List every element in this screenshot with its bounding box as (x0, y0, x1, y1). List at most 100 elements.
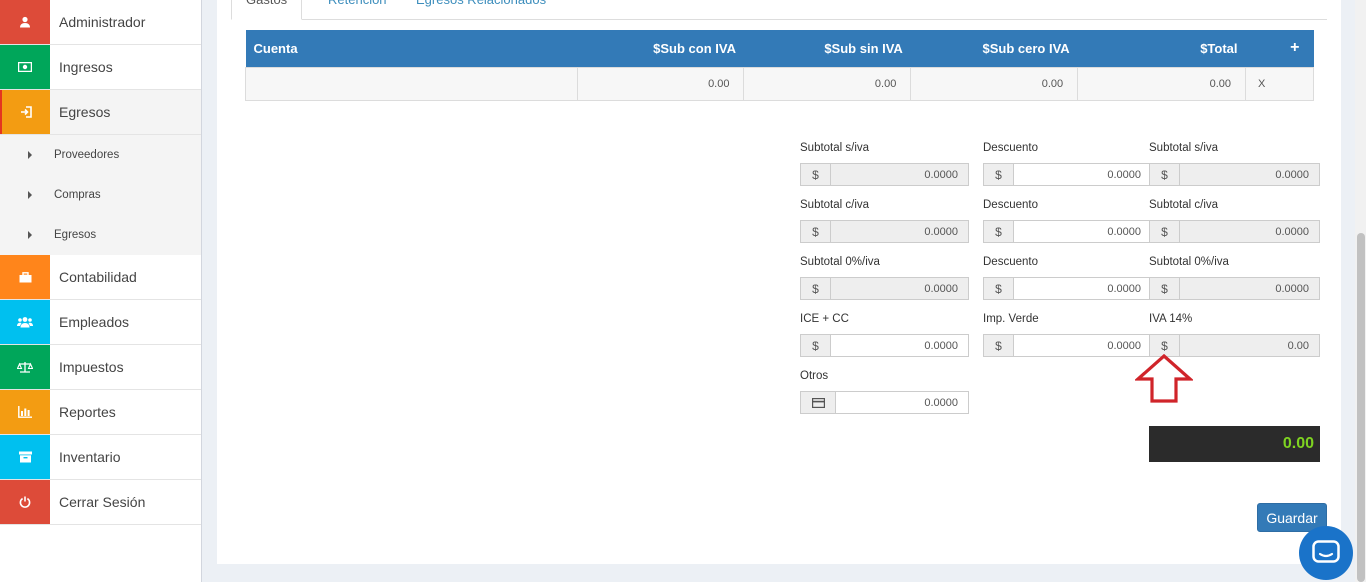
bar-chart-icon (0, 390, 50, 434)
money-icon (0, 45, 50, 89)
col-header-sub-cero-iva: $Sub cero IVA (910, 30, 1078, 67)
cell-cuenta[interactable] (245, 66, 578, 101)
sidebar-item-impuestos[interactable]: Impuestos (0, 345, 201, 390)
sidebar-item-administrador[interactable]: Administrador (0, 0, 201, 45)
archive-icon (0, 435, 50, 479)
field-label: Subtotal c/iva (1149, 199, 1219, 211)
sidebar-item-label: Impuestos (59, 359, 124, 375)
table-header-row: Cuenta $Sub con IVA $Sub sin IVA $Sub ce… (245, 30, 1314, 67)
field-label: ICE + CC (800, 313, 849, 325)
cell-sub-cero-iva[interactable]: 0.00 (910, 66, 1079, 101)
cell-sub-sin-iva[interactable]: 0.00 (743, 66, 912, 101)
subtotal-0iva-field-2: Subtotal 0%/iva $0.0000 (1149, 256, 1320, 300)
ice-cc-input[interactable]: 0.0000 (831, 334, 969, 357)
descuento-field-3: Descuento $0.0000 (983, 256, 1152, 300)
col-header-cuenta: Cuenta (245, 30, 578, 67)
user-icon (0, 0, 50, 44)
dollar-addon: $ (1149, 163, 1180, 186)
power-icon (0, 480, 50, 524)
sidebar-item-contabilidad[interactable]: Contabilidad (0, 255, 201, 300)
imp-verde-field: Imp. Verde $0.0000 (983, 313, 1152, 357)
sidebar-item-label: Administrador (59, 14, 146, 30)
subtotal-civa-field-2: Subtotal c/iva $0.0000 (1149, 199, 1320, 243)
otros-input[interactable]: 0.0000 (836, 391, 969, 414)
iva-field: IVA 14% $0.00 (1149, 313, 1320, 357)
sidebar-item-label: Empleados (59, 314, 130, 330)
dollar-addon: $ (800, 163, 831, 186)
subtotal-0iva-input-1: 0.0000 (831, 277, 969, 300)
balance-scale-icon (0, 345, 50, 389)
dollar-addon: $ (983, 163, 1014, 186)
tab-gastos[interactable]: Gastos (231, 0, 303, 20)
field-label: Imp. Verde (983, 313, 1039, 325)
subtotal-siva-input-1: 0.0000 (831, 163, 969, 186)
field-label: Otros (800, 370, 829, 382)
iva-input: 0.00 (1180, 334, 1320, 357)
add-row-button[interactable]: + (1245, 30, 1314, 67)
field-label: Descuento (983, 256, 1038, 268)
dollar-addon: $ (983, 334, 1014, 357)
submenu-item-label: Egresos (54, 229, 97, 241)
sidebar-item-reportes[interactable]: Reportes (0, 390, 201, 435)
col-header-sub-con-iva: $Sub con IVA (577, 30, 744, 67)
caret-right-icon (28, 151, 32, 159)
briefcase-icon (0, 255, 50, 299)
chat-icon (1312, 540, 1340, 563)
scrollbar-thumb[interactable] (1357, 233, 1365, 582)
users-icon (0, 300, 50, 344)
sidebar-item-egresos[interactable]: Egresos (0, 90, 201, 135)
chat-button[interactable] (1299, 526, 1353, 580)
sidebar-item-cerrar-sesion[interactable]: Cerrar Sesión (0, 480, 201, 525)
tab-egresos-relacionados[interactable]: Egresos Relacionados (416, 0, 546, 20)
table-row: 0.00 0.00 0.00 0.00 X (245, 66, 1314, 101)
sidebar-item-inventario[interactable]: Inventario (0, 435, 201, 480)
sidebar-item-label: Egresos (59, 104, 111, 120)
sidebar-item-empleados[interactable]: Empleados (0, 300, 201, 345)
dollar-addon: $ (800, 220, 831, 243)
expenses-table: Cuenta $Sub con IVA $Sub sin IVA $Sub ce… (245, 30, 1314, 101)
submenu-item-compras[interactable]: Compras (0, 175, 201, 215)
caret-right-icon (28, 231, 32, 239)
dollar-addon: $ (1149, 220, 1180, 243)
subtotal-siva-input-2: 0.0000 (1180, 163, 1320, 186)
cell-sub-con-iva[interactable]: 0.00 (576, 66, 745, 101)
dollar-addon: $ (983, 277, 1014, 300)
tab-retencion[interactable]: Retención (328, 0, 387, 20)
ice-cc-field: ICE + CC $0.0000 (800, 313, 969, 357)
grand-total-display: 0.00 (1149, 426, 1320, 462)
sidebar-item-label: Inventario (59, 449, 121, 465)
submenu-item-label: Compras (54, 189, 101, 201)
submenu-item-proveedores[interactable]: Proveedores (0, 135, 201, 175)
descuento-input-1[interactable]: 0.0000 (1014, 163, 1152, 186)
subtotal-civa-input-1: 0.0000 (831, 220, 969, 243)
sidebar-item-ingresos[interactable]: Ingresos (0, 45, 201, 90)
descuento-field-2: Descuento $0.0000 (983, 199, 1152, 243)
field-label: Descuento (983, 142, 1038, 154)
main-panel: Gastos Retención Egresos Relacionados Cu… (217, 0, 1341, 564)
tab-bar: Gastos Retención Egresos Relacionados (231, 0, 1327, 20)
submenu-item-egresos[interactable]: Egresos (0, 215, 201, 255)
descuento-field-1: Descuento $0.0000 (983, 142, 1152, 186)
arrow-up-icon (1135, 354, 1193, 403)
cell-total: 0.00 (1077, 66, 1247, 101)
descuento-input-2[interactable]: 0.0000 (1014, 220, 1152, 243)
submenu-item-label: Proveedores (54, 149, 120, 161)
sidebar-item-label: Contabilidad (59, 269, 137, 285)
credit-card-icon (800, 391, 836, 414)
descuento-input-3[interactable]: 0.0000 (1014, 277, 1152, 300)
field-label: Subtotal s/iva (1149, 142, 1219, 154)
subtotal-siva-field-2: Subtotal s/iva $0.0000 (1149, 142, 1320, 186)
field-label: Subtotal c/iva (800, 199, 870, 211)
imp-verde-input[interactable]: 0.0000 (1014, 334, 1152, 357)
dollar-addon: $ (800, 277, 831, 300)
field-label: IVA 14% (1149, 313, 1193, 325)
field-label: Descuento (983, 199, 1038, 211)
sign-in-icon (0, 90, 50, 134)
col-header-total: $Total (1077, 30, 1246, 67)
sidebar-item-label: Reportes (59, 404, 116, 420)
subtotal-0iva-input-2: 0.0000 (1180, 277, 1320, 300)
field-label: Subtotal 0%/iva (800, 256, 880, 268)
otros-field: Otros 0.0000 (800, 370, 969, 414)
delete-row-button[interactable]: X (1245, 66, 1314, 101)
sidebar: Administrador Ingresos Egresos Proveedor… (0, 0, 202, 582)
